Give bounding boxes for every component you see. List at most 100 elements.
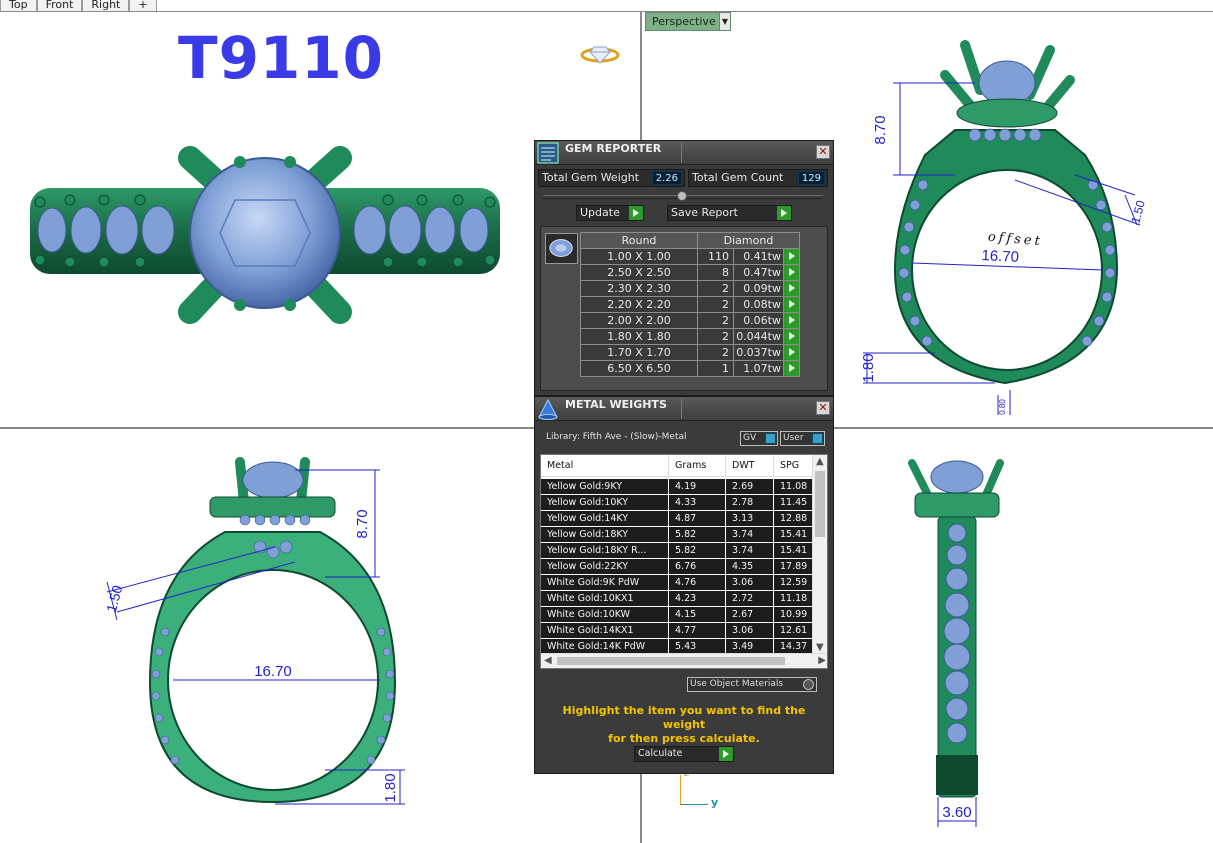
gem-material-header: Diamond — [697, 232, 800, 249]
play-arrow-icon — [629, 206, 643, 220]
column-header-grams[interactable]: Grams — [669, 455, 726, 476]
metal-dwt: 3.13 — [726, 511, 774, 526]
table-row[interactable]: White Gold:10KX1 4.23 2.72 11.18 — [541, 591, 813, 607]
total-gem-count-value: 129 — [797, 171, 825, 185]
table-row[interactable]: Yellow Gold:22KY 6.76 4.35 17.89 — [541, 559, 813, 575]
select-gem-button[interactable] — [783, 248, 800, 265]
save-report-button[interactable]: Save Report — [667, 205, 792, 221]
metal-grams: 5.82 — [669, 543, 726, 558]
table-row[interactable]: Yellow Gold:18KY R... 5.82 3.74 15.41 — [541, 543, 813, 559]
gem-shape-header: Round — [580, 232, 698, 249]
table-row[interactable]: Yellow Gold:14KY 4.87 3.13 12.88 — [541, 511, 813, 527]
gem-size: 2.20 X 2.20 — [580, 296, 698, 313]
gem-row[interactable]: 1.70 X 1.70 2 0.037tw — [580, 344, 800, 361]
play-arrow-icon — [785, 345, 799, 359]
table-row[interactable]: White Gold:9K PdW 4.76 3.06 12.59 — [541, 575, 813, 591]
metal-spg: 11.18 — [780, 593, 808, 604]
gem-size: 2.50 X 2.50 — [580, 264, 698, 281]
close-icon[interactable]: ✕ — [816, 145, 830, 159]
dim-br-shank: 3.60 — [942, 804, 971, 821]
gem-row[interactable]: 2.00 X 2.00 2 0.06tw — [580, 312, 800, 329]
axis-y-label: y — [711, 796, 719, 809]
scroll-thumb[interactable] — [557, 657, 785, 665]
title-separator — [681, 398, 682, 419]
metal-grams: 5.43 — [669, 639, 726, 654]
scroll-up-icon[interactable]: ▲ — [816, 456, 824, 467]
hint-line-1: Highlight the item you want to find the … — [562, 704, 806, 731]
gem-row[interactable]: 2.30 X 2.30 2 0.09tw — [580, 280, 800, 297]
column-header-dwt[interactable]: DWT — [726, 455, 774, 476]
dim-tr-band: 1.80 — [860, 353, 877, 382]
front-view-ring[interactable]: 8.70 16.70 1.80 1.50 — [95, 452, 425, 832]
use-object-materials-checkbox[interactable]: Use Object Materials — [687, 677, 817, 692]
perspective-dropdown[interactable]: Perspective ▼ — [645, 12, 731, 31]
select-gem-button[interactable] — [783, 280, 800, 297]
select-gem-button[interactable] — [783, 360, 800, 377]
table-row[interactable]: White Gold:10KW 4.15 2.67 10.99 — [541, 607, 813, 623]
side-view-ring[interactable]: 3.60 — [900, 455, 1020, 830]
gem-reporter-titlebar[interactable]: GEM REPORTER ✕ — [535, 141, 833, 165]
select-gem-button[interactable] — [783, 328, 800, 345]
select-gem-button[interactable] — [783, 264, 800, 281]
round-gem-icon — [545, 233, 578, 264]
dim-bl-offset: 1.50 — [103, 583, 126, 614]
metal-list[interactable]: Metal Grams DWT SPG Yellow Gold:9KY 4.19 2… — [540, 454, 828, 669]
metal-grams: 4.15 — [669, 607, 726, 622]
metal-dwt: 2.78 — [726, 495, 774, 510]
total-gem-weight-value: 2.26 — [651, 171, 682, 185]
play-arrow-icon — [785, 249, 799, 263]
update-button[interactable]: Update — [576, 205, 644, 221]
column-header-metal[interactable]: Metal — [541, 455, 669, 476]
metal-dwt: 3.74 — [726, 527, 774, 542]
gem-reporter-slider[interactable] — [543, 191, 823, 201]
metal-spg: 12.88 — [780, 513, 808, 524]
column-header-spg[interactable]: SPG — [774, 455, 813, 476]
scroll-left-icon[interactable]: ◀ — [544, 655, 552, 666]
scroll-thumb[interactable] — [815, 471, 825, 537]
table-row[interactable]: Yellow Gold:18KY 5.82 3.74 15.41 — [541, 527, 813, 543]
metal-name: Yellow Gold:9KY — [541, 479, 669, 494]
metal-weights-titlebar[interactable]: METAL WEIGHTS ✕ — [535, 397, 833, 421]
scroll-down-icon[interactable]: ▼ — [816, 642, 824, 653]
perspective-label: Perspective — [652, 15, 716, 28]
metal-name: White Gold:14KX1 — [541, 623, 669, 638]
gem-row[interactable]: 1.80 X 1.80 2 0.044tw — [580, 328, 800, 345]
dim-tr-small: 0.80 — [998, 399, 1007, 415]
dim-bl-width: 16.70 — [254, 663, 292, 680]
metal-rows: Yellow Gold:9KY 4.19 2.69 11.08 Yellow Gold… — [541, 479, 813, 655]
metal-name: Yellow Gold:22KY — [541, 559, 669, 574]
close-icon[interactable]: ✕ — [816, 401, 830, 415]
gem-row[interactable]: 2.20 X 2.20 2 0.08tw — [580, 296, 800, 313]
gem-count: 110 — [697, 248, 734, 265]
top-view-ring[interactable] — [0, 130, 520, 340]
table-row[interactable]: White Gold:14KX1 4.77 3.06 12.61 — [541, 623, 813, 639]
metal-name: White Gold:9K PdW — [541, 575, 669, 590]
table-row[interactable]: Yellow Gold:9KY 4.19 2.69 11.08 — [541, 479, 813, 495]
gem-count: 2 — [697, 280, 734, 297]
scroll-right-icon[interactable]: ▶ — [818, 655, 826, 666]
horizontal-scrollbar[interactable]: ◀ ▶ — [541, 653, 827, 668]
select-gem-button[interactable] — [783, 344, 800, 361]
perspective-view-ring[interactable]: 8.70 16.70 1.80 1.50 0.80 offset — [855, 35, 1155, 425]
calculate-button[interactable]: Calculate — [634, 746, 734, 762]
metal-grams: 4.76 — [669, 575, 726, 590]
metal-name: White Gold:10KW — [541, 607, 669, 622]
gem-row[interactable]: 1.00 X 1.00 110 0.41tw — [580, 248, 800, 265]
vertical-scrollbar[interactable]: ▲ ▼ — [812, 455, 827, 654]
viewport-top-border — [0, 11, 1213, 12]
gv-toggle[interactable]: GV — [740, 431, 778, 446]
table-row[interactable]: Yellow Gold:10KY 4.33 2.78 11.45 — [541, 495, 813, 511]
toggle-icon — [812, 433, 823, 444]
gem-size: 1.80 X 1.80 — [580, 328, 698, 345]
gem-row[interactable]: 6.50 X 6.50 1 1.07tw — [580, 360, 800, 377]
user-toggle[interactable]: User — [780, 431, 825, 446]
gem-row[interactable]: 2.50 X 2.50 8 0.47tw — [580, 264, 800, 281]
toggle-icon — [765, 433, 776, 444]
metal-spg: 15.41 — [780, 529, 808, 540]
hint-line-2: for then press calculate. — [608, 732, 760, 745]
gem-weight: 0.09tw — [733, 280, 784, 297]
metal-name: Yellow Gold:18KY R... — [541, 543, 669, 558]
slider-knob[interactable] — [677, 191, 687, 201]
select-gem-button[interactable] — [783, 296, 800, 313]
select-gem-button[interactable] — [783, 312, 800, 329]
